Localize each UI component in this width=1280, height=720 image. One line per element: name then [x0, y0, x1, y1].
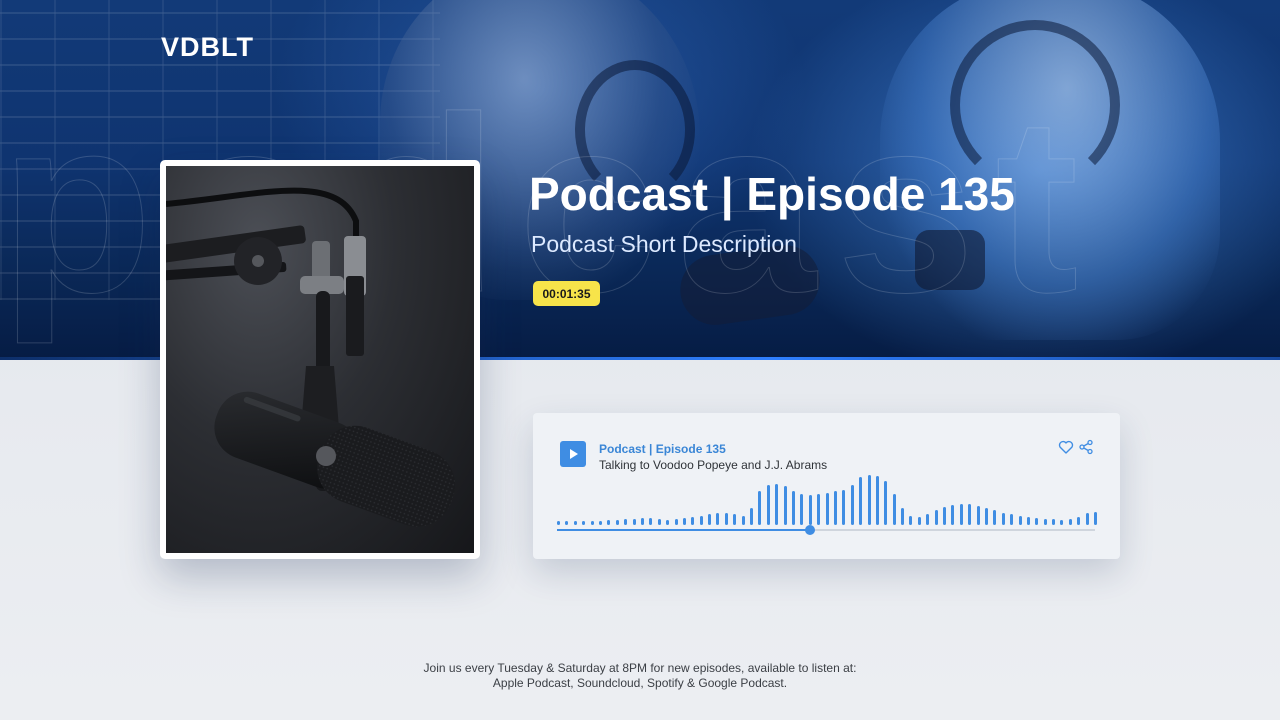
waveform-bar	[682, 517, 686, 525]
waveform-bar	[590, 521, 594, 525]
progress-handle[interactable]	[804, 525, 815, 535]
waveform-bar	[859, 477, 863, 525]
waveform-bar	[1068, 518, 1072, 525]
timestamp-badge: 00:01:35	[533, 281, 600, 306]
waveform-bar	[733, 514, 737, 525]
waveform-bar	[649, 517, 653, 525]
waveform-bar	[943, 507, 946, 525]
waveform-bar	[1077, 516, 1081, 525]
waveform-bar	[783, 485, 787, 525]
waveform-bar	[901, 508, 904, 525]
waveform[interactable]	[557, 469, 1097, 525]
waveform-bar	[657, 518, 661, 525]
waveform-bar	[1085, 513, 1089, 525]
waveform-bar	[766, 484, 770, 525]
waveform-bar	[1001, 513, 1005, 525]
episode-title: Podcast | Episode 135	[529, 168, 1015, 220]
player-title: Podcast | Episode 135	[599, 442, 726, 456]
waveform-bar	[850, 484, 854, 525]
waveform-bar	[791, 491, 795, 525]
waveform-bar	[640, 517, 644, 525]
play-button[interactable]	[560, 441, 586, 467]
waveform-bar	[691, 516, 695, 525]
share-button[interactable]	[1078, 439, 1094, 455]
cover-photo-card	[160, 160, 480, 559]
waveform-bar	[842, 490, 846, 525]
waveform-bar	[674, 518, 678, 525]
waveform-bar	[1035, 517, 1039, 525]
waveform-bar	[1094, 511, 1097, 525]
waveform-bar	[573, 521, 577, 525]
like-button[interactable]	[1058, 439, 1074, 455]
footer-line-schedule: Join us every Tuesday & Saturday at 8PM …	[423, 661, 857, 675]
waveform-bar	[875, 475, 879, 525]
waveform-bar	[1010, 514, 1014, 525]
waveform-bar	[607, 520, 611, 525]
waveform-bar	[817, 494, 821, 525]
waveform-bar	[917, 516, 921, 525]
waveform-bar	[934, 510, 938, 525]
waveform-bar	[926, 514, 930, 525]
microphone-photo	[166, 166, 474, 553]
waveform-bar	[968, 503, 972, 525]
waveform-bar	[724, 513, 728, 525]
waveform-bar	[708, 514, 711, 525]
waveform-bar	[884, 481, 888, 525]
waveform-bar	[758, 491, 762, 525]
progress-track[interactable]	[557, 525, 1095, 535]
waveform-bar	[1043, 518, 1047, 525]
share-icon	[1079, 439, 1093, 455]
waveform-bar	[993, 510, 997, 525]
waveform-bar	[833, 491, 837, 525]
waveform-bar	[892, 494, 896, 525]
waveform-bar	[1026, 516, 1030, 525]
footer-line-platforms: Apple Podcast, Soundcloud, Spotify & Goo…	[492, 676, 788, 690]
waveform-bar	[632, 518, 636, 525]
microphone-illustration	[166, 187, 456, 527]
waveform-bar	[716, 513, 720, 525]
brand-logo: VDBLT	[161, 32, 254, 62]
waveform-bar	[951, 504, 955, 525]
audio-player: Podcast | Episode 135 Talking to Voodoo …	[533, 413, 1120, 559]
play-icon	[570, 449, 578, 459]
heart-icon	[1058, 440, 1074, 454]
waveform-bar	[750, 508, 753, 525]
waveform-bar	[775, 483, 779, 525]
waveform-bar	[808, 495, 812, 525]
waveform-bar	[909, 515, 913, 525]
waveform-bar	[666, 520, 670, 525]
waveform-bar	[699, 515, 703, 525]
waveform-bar	[1018, 515, 1022, 525]
waveform-bar	[867, 474, 871, 525]
waveform-bar	[1060, 520, 1064, 525]
waveform-bar	[800, 494, 804, 525]
footer-note: Join us every Tuesday & Saturday at 8PM …	[0, 661, 1280, 691]
waveform-bar	[741, 515, 745, 525]
waveform-bar	[615, 520, 619, 525]
waveform-bar	[565, 521, 569, 525]
waveform-bar	[624, 518, 628, 525]
waveform-bar	[984, 508, 988, 525]
waveform-bar	[1052, 518, 1055, 525]
waveform-bar	[976, 506, 980, 525]
waveform-bar	[825, 493, 829, 525]
waveform-bar	[599, 521, 602, 525]
progress-fill	[557, 529, 810, 531]
waveform-bar	[582, 521, 586, 525]
waveform-bar	[557, 521, 560, 525]
episode-description: Podcast Short Description	[531, 231, 797, 257]
waveform-bar	[959, 503, 963, 525]
